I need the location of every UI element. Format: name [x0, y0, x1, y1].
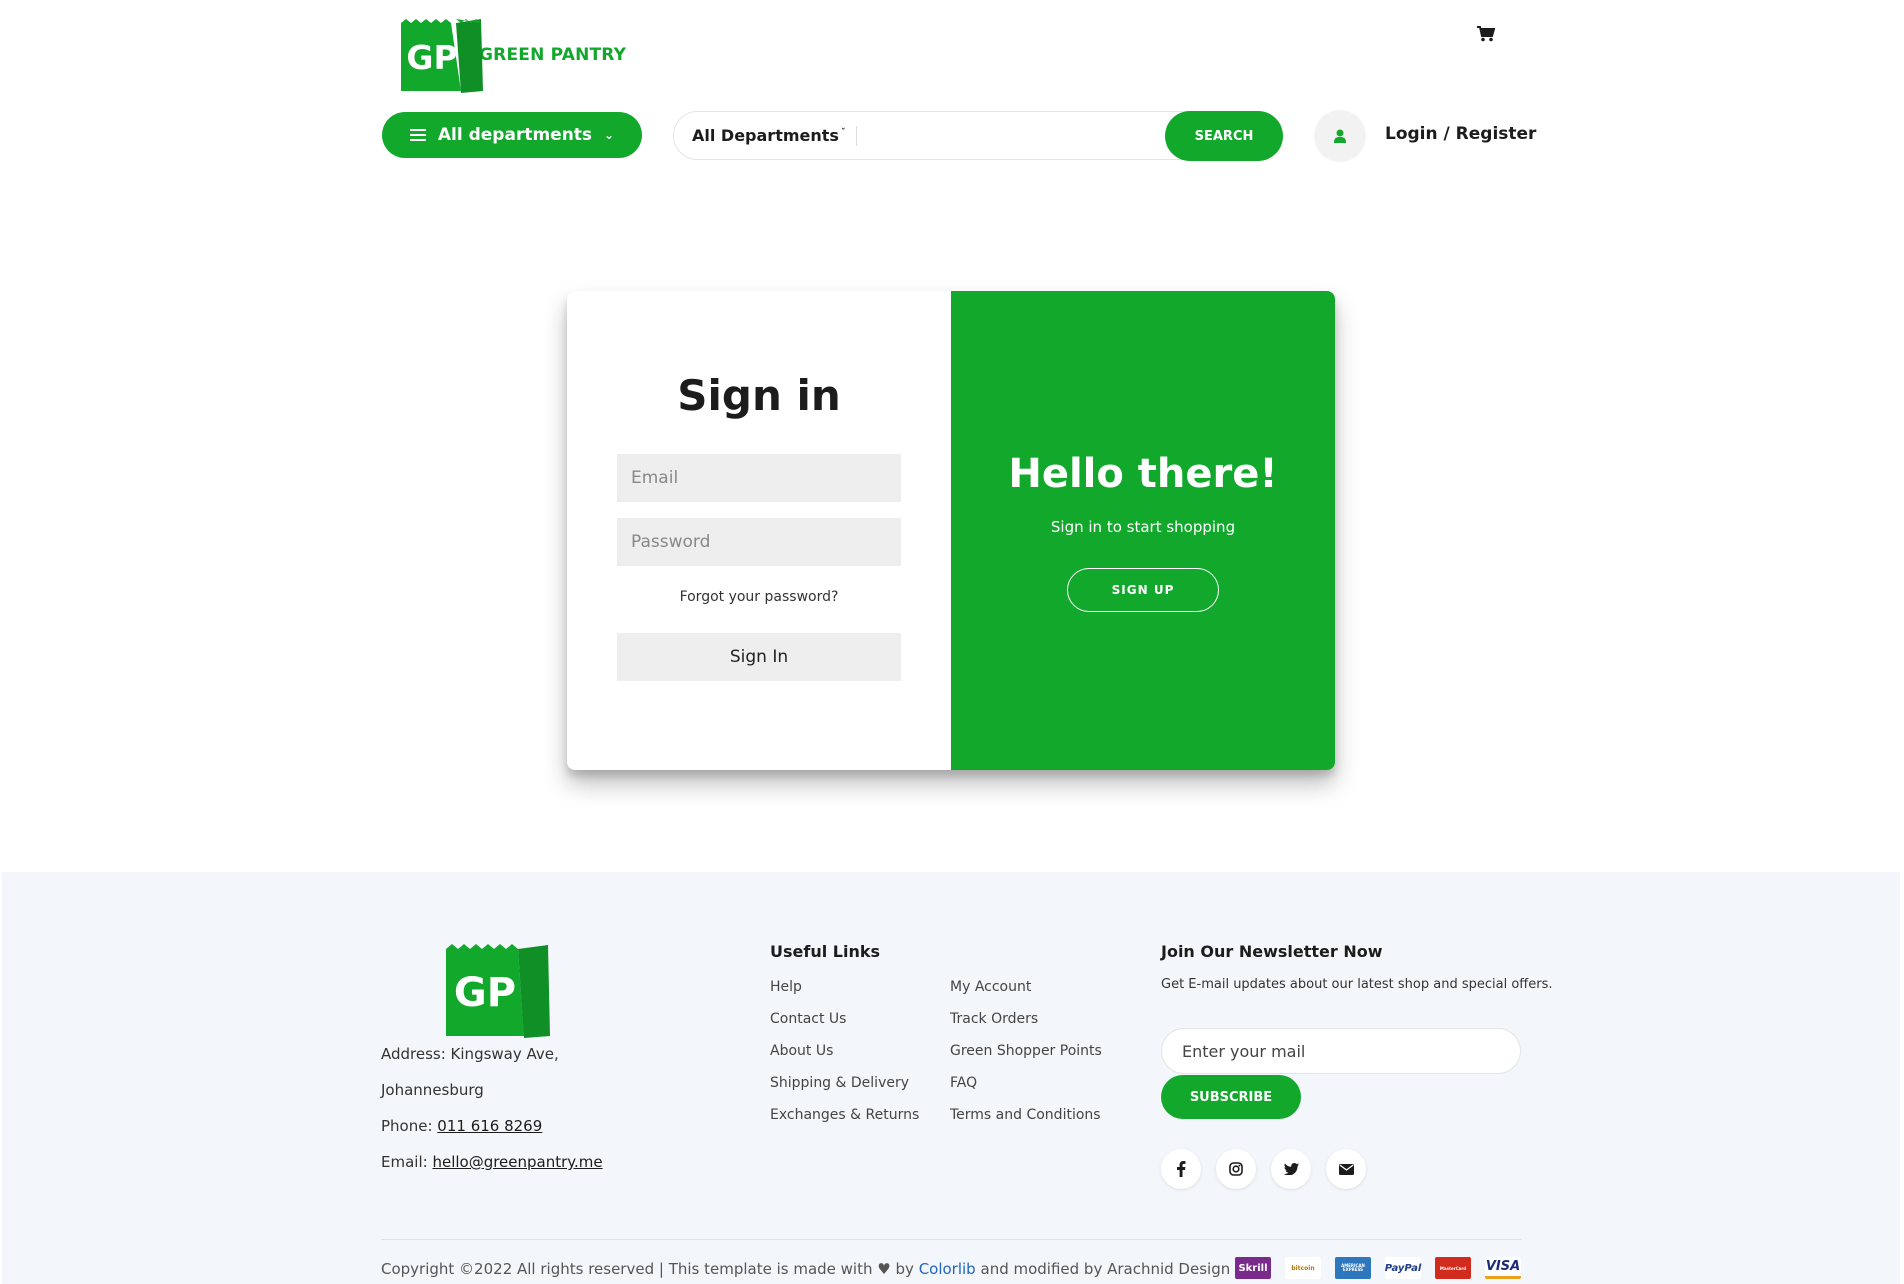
footer-link-terms[interactable]: Terms and Conditions [950, 1107, 1101, 1123]
footer-logo[interactable]: GP [446, 942, 550, 1038]
skrill-icon: Skrill [1235, 1257, 1271, 1279]
phone-prefix: Phone: [381, 1117, 438, 1135]
footer-divider [381, 1239, 1521, 1240]
newsletter-heading: Join Our Newsletter Now [1161, 942, 1383, 961]
copyright-by: by [895, 1260, 914, 1278]
caret-down-icon: ˇ [840, 127, 846, 138]
bitcoin-icon: bitcoin [1285, 1257, 1321, 1279]
password-field[interactable] [617, 518, 901, 566]
footer-link-shipping-delivery[interactable]: Shipping & Delivery [770, 1075, 909, 1091]
subscribe-button[interactable]: SUBSCRIBE [1161, 1075, 1301, 1119]
user-icon[interactable] [1314, 110, 1366, 162]
mastercard-icon: MasterCard [1435, 1257, 1471, 1279]
brand-initials: GP [406, 37, 458, 77]
paypal-icon: PayPal [1385, 1257, 1421, 1279]
footer-link-my-account[interactable]: My Account [950, 979, 1031, 995]
cart-icon[interactable] [1477, 26, 1497, 44]
forgot-password-link[interactable]: Forgot your password? [567, 589, 951, 605]
address-line-2: Johannesburg [381, 1081, 484, 1099]
footer-link-help[interactable]: Help [770, 979, 802, 995]
colorlib-link[interactable]: Colorlib [919, 1260, 976, 1278]
welcome-subtitle: Sign in to start shopping [1050, 518, 1236, 536]
copyright-prefix: Copyright ©2022 All rights reserved | Th… [381, 1260, 873, 1278]
chevron-down-icon: ⌄ [604, 128, 615, 142]
signin-card: Sign in Forgot your password? Sign In He… [567, 291, 1335, 770]
useful-links-heading: Useful Links [770, 942, 881, 961]
login-register-link[interactable]: Login / Register [1385, 124, 1536, 144]
footer-link-faq[interactable]: FAQ [950, 1075, 977, 1091]
signin-title: Sign in [677, 371, 841, 420]
search-category-select[interactable]: All Departments ˇ [674, 112, 857, 159]
footer-link-track-orders[interactable]: Track Orders [950, 1011, 1038, 1027]
email-line: Email: hello@greenpantry.me [381, 1153, 603, 1171]
phone-link[interactable]: 011 616 8269 [437, 1117, 542, 1135]
footer-link-green-shopper-points[interactable]: Green Shopper Points [950, 1043, 1102, 1059]
instagram-icon[interactable] [1216, 1149, 1256, 1189]
email-link[interactable]: hello@greenpantry.me [432, 1153, 602, 1171]
email-prefix: Email: [381, 1153, 433, 1171]
copyright-text: Copyright ©2022 All rights reserved | Th… [381, 1260, 1230, 1278]
search-category-value: All Departments [692, 126, 839, 145]
newsletter-text: Get E-mail updates about our latest shop… [1161, 977, 1553, 992]
footer-brand-initials: GP [453, 970, 517, 1016]
search-button[interactable]: SEARCH [1165, 111, 1283, 161]
search-bar: All Departments ˇ SEARCH [673, 111, 1283, 161]
address-line-1: Address: Kingsway Ave, [381, 1045, 559, 1063]
copyright-suffix: and modified by Arachnid Design [980, 1260, 1231, 1278]
heart-icon: ♥ [877, 1260, 891, 1278]
welcome-panel: Hello there! Sign in to start shopping S… [951, 291, 1335, 770]
welcome-title: Hello there! [1008, 451, 1278, 497]
signup-button[interactable]: SIGN UP [1067, 568, 1219, 612]
brand-logo[interactable]: GP GREEN PANTRY [401, 17, 626, 93]
signin-form-panel: Sign in Forgot your password? Sign In [567, 291, 951, 770]
twitter-icon[interactable] [1271, 1149, 1311, 1189]
newsletter-email-input[interactable] [1161, 1028, 1521, 1074]
email-field[interactable] [617, 454, 901, 502]
all-departments-button[interactable]: All departments ⌄ [382, 112, 642, 158]
all-departments-label: All departments [437, 125, 593, 145]
footer-link-exchanges-returns[interactable]: Exchanges & Returns [770, 1107, 919, 1123]
brand-name: GREEN PANTRY [479, 45, 627, 65]
visa-icon: VISA [1485, 1257, 1521, 1279]
envelope-icon[interactable] [1326, 1149, 1366, 1189]
shopping-bag-logo-icon: GP [401, 17, 483, 93]
footer-link-contact-us[interactable]: Contact Us [770, 1011, 846, 1027]
footer-link-about-us[interactable]: About Us [770, 1043, 833, 1059]
facebook-icon[interactable] [1161, 1149, 1201, 1189]
phone-line: Phone: 011 616 8269 [381, 1117, 542, 1135]
amex-icon: AMERICAN EXPRESS [1335, 1257, 1371, 1279]
hamburger-menu-icon [409, 129, 426, 141]
signin-button[interactable]: Sign In [617, 633, 901, 681]
